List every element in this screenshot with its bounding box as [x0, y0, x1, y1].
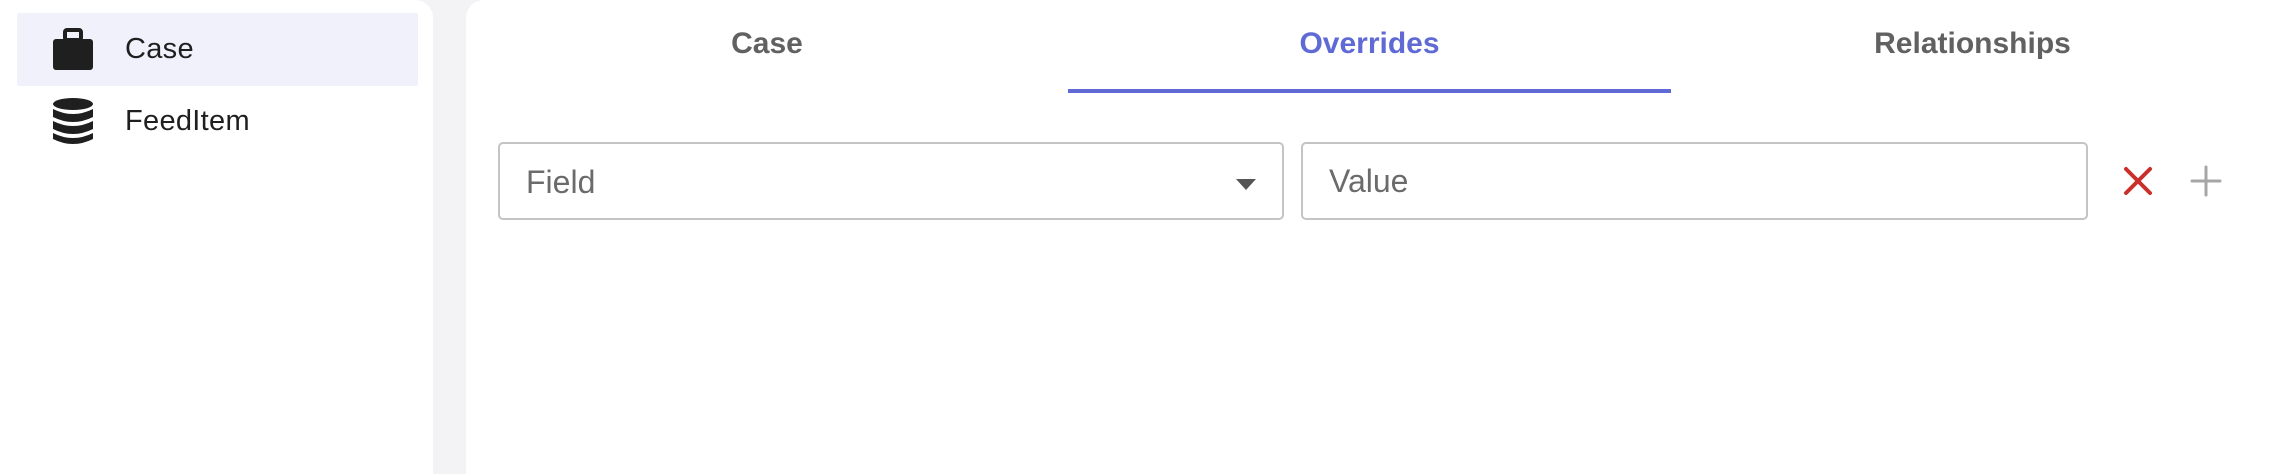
main-panel: Case Overrides Relationships Field: [466, 0, 2274, 474]
plus-icon[interactable]: [2186, 161, 2226, 201]
tab-relationships[interactable]: Relationships: [1671, 0, 2274, 94]
sidebar-item-feeditem[interactable]: FeedItem: [17, 85, 418, 158]
sidebar-item-label: Case: [125, 33, 194, 65]
close-icon[interactable]: [2118, 161, 2158, 201]
field-select-placeholder: Field: [526, 164, 596, 200]
field-select[interactable]: Field: [498, 142, 1284, 220]
active-tab-indicator: [1068, 89, 1671, 93]
object-sidebar: Case FeedItem: [0, 0, 433, 474]
app: Case FeedItem Case Overrides Relationshi…: [0, 0, 2274, 474]
briefcase-icon: [51, 25, 95, 75]
sidebar-item-case[interactable]: Case: [17, 13, 418, 86]
sidebar-item-label: FeedItem: [125, 105, 250, 137]
tab-overrides[interactable]: Overrides: [1068, 0, 1671, 94]
override-row: Field: [498, 142, 2258, 222]
database-icon: [51, 97, 95, 147]
chevron-down-icon: [1236, 179, 1256, 190]
tab-bar: Case Overrides Relationships: [466, 0, 2274, 94]
tab-case[interactable]: Case: [466, 0, 1068, 94]
value-input[interactable]: [1301, 142, 2088, 220]
